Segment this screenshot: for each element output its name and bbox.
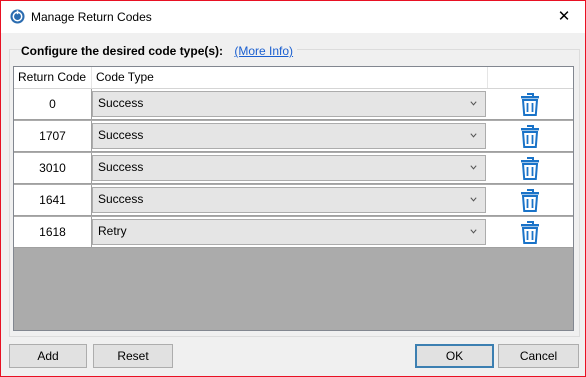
group-label: Configure the desired code type(s): bbox=[21, 44, 224, 58]
trash-icon[interactable] bbox=[519, 124, 541, 149]
table-row[interactable]: 1641 Success bbox=[14, 185, 573, 216]
return-code-cell[interactable]: 1641 bbox=[14, 185, 92, 215]
trash-icon[interactable] bbox=[519, 220, 541, 245]
dialog-window: Manage Return Codes ✕ Configure the desi… bbox=[0, 0, 586, 377]
code-type-select[interactable]: Success bbox=[92, 155, 486, 181]
column-header-code-type[interactable]: Code Type bbox=[92, 67, 488, 88]
reset-button[interactable]: Reset bbox=[93, 344, 173, 368]
chevron-down-icon bbox=[470, 133, 477, 138]
table-row[interactable]: 1707 Success bbox=[14, 121, 573, 152]
trash-icon[interactable] bbox=[519, 156, 541, 181]
code-type-value: Retry bbox=[98, 224, 127, 238]
column-header-return-code[interactable]: Return Code bbox=[14, 67, 92, 88]
return-code-cell[interactable]: 0 bbox=[14, 89, 92, 119]
app-icon bbox=[10, 9, 25, 24]
code-type-value: Success bbox=[98, 160, 144, 174]
close-icon[interactable]: ✕ bbox=[552, 6, 576, 28]
chevron-down-icon bbox=[470, 101, 477, 106]
return-code-cell[interactable]: 1707 bbox=[14, 121, 92, 151]
code-type-value: Success bbox=[98, 192, 144, 206]
title-bar: Manage Return Codes ✕ bbox=[1, 1, 585, 33]
return-code-cell[interactable]: 1618 bbox=[14, 217, 92, 247]
table-row[interactable]: 0 Success bbox=[14, 89, 573, 120]
return-codes-grid[interactable]: Return Code Code Type 0 Success 1707 Succes… bbox=[13, 66, 574, 331]
code-type-select[interactable]: Success bbox=[92, 187, 486, 213]
chevron-down-icon bbox=[470, 165, 477, 170]
code-type-value: Success bbox=[98, 128, 144, 142]
chevron-down-icon bbox=[470, 197, 477, 202]
code-type-value: Success bbox=[98, 96, 144, 110]
table-row[interactable]: 3010 Success bbox=[14, 153, 573, 184]
code-type-select[interactable]: Success bbox=[92, 91, 486, 117]
add-button[interactable]: Add bbox=[9, 344, 87, 368]
ok-button[interactable]: OK bbox=[415, 344, 494, 368]
grid-header: Return Code Code Type bbox=[14, 67, 573, 89]
trash-icon[interactable] bbox=[519, 92, 541, 117]
cancel-button[interactable]: Cancel bbox=[498, 344, 579, 368]
window-title: Manage Return Codes bbox=[31, 10, 152, 24]
table-row[interactable]: 1618 Retry bbox=[14, 217, 573, 248]
more-info-link[interactable]: (More Info) bbox=[234, 44, 293, 58]
code-type-select[interactable]: Retry bbox=[92, 219, 486, 245]
trash-icon[interactable] bbox=[519, 188, 541, 213]
chevron-down-icon bbox=[470, 229, 477, 234]
group-legend: Configure the desired code type(s): (Mor… bbox=[21, 44, 298, 58]
return-code-cell[interactable]: 3010 bbox=[14, 153, 92, 183]
code-type-select[interactable]: Success bbox=[92, 123, 486, 149]
